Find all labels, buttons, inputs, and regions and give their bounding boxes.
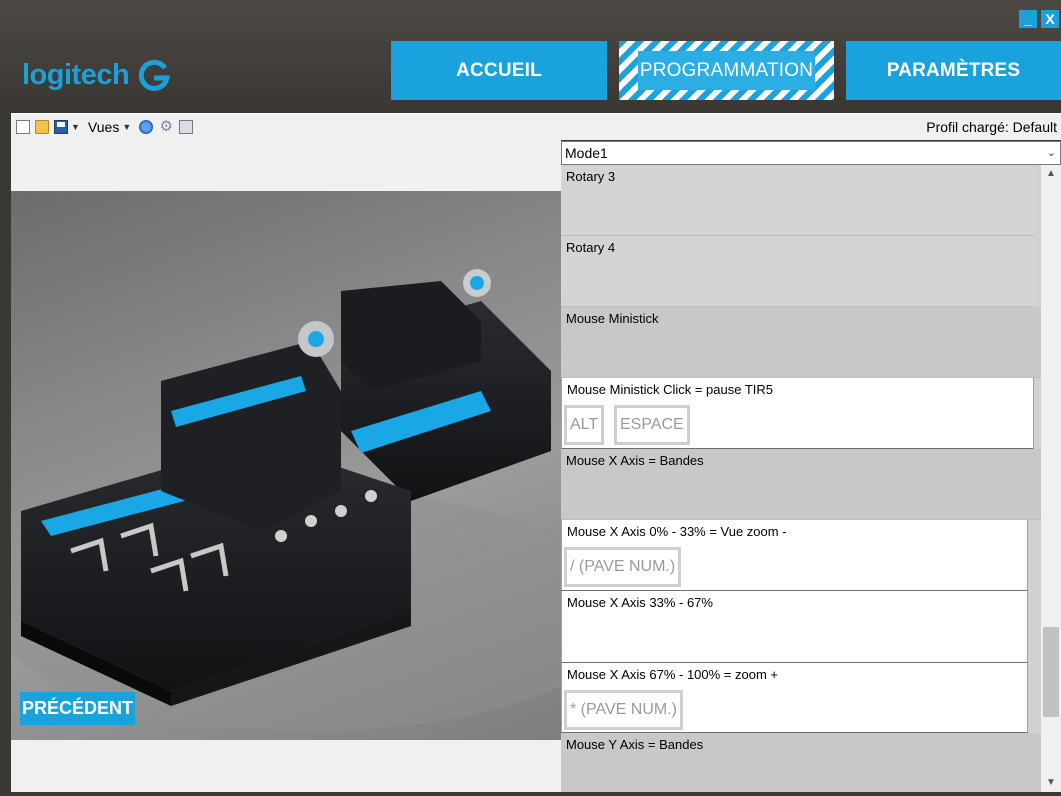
- key-chip[interactable]: / (PAVE NUM.): [564, 547, 682, 587]
- list-item-title: Rotary 4: [566, 240, 616, 255]
- list-item[interactable]: Mouse X Axis 33% - 67%: [561, 591, 1028, 663]
- gear-icon[interactable]: ⚙: [158, 119, 174, 134]
- open-folder-icon[interactable]: [35, 120, 49, 134]
- globe-icon[interactable]: [139, 120, 154, 134]
- key-chip[interactable]: ALT: [564, 405, 605, 445]
- save-dropdown-icon[interactable]: ▼: [71, 122, 80, 132]
- print-icon[interactable]: [179, 120, 194, 134]
- toolbar: ▼ Vues ▼ ⚙ Profil chargé: Default: [11, 113, 1061, 140]
- loaded-profile: Profil chargé: Default: [926, 119, 1057, 135]
- new-file-icon[interactable]: [16, 120, 30, 134]
- list-item[interactable]: Mouse X Axis 67% - 100% = zoom + * (PAVE…: [561, 663, 1028, 733]
- logo-wordmark: logitech: [22, 58, 130, 91]
- tab-programming-label: PROGRAMMATION: [637, 51, 816, 90]
- scrollbar-thumb[interactable]: [1043, 627, 1059, 717]
- chevron-down-icon: ⌄: [1046, 147, 1056, 159]
- list-item-title: Mouse X Axis 33% - 67%: [567, 595, 713, 610]
- logitech-logo: logitech: [22, 58, 171, 92]
- list-item-title: Mouse X Axis = Bandes: [566, 453, 704, 468]
- logitech-g-icon: [138, 59, 171, 91]
- tab-home[interactable]: ACCUEIL: [391, 41, 607, 100]
- list-item[interactable]: Mouse Ministick Click = pause TIR5 ALT E…: [561, 378, 1034, 449]
- app-header: logitech _ X ACCUEIL PROGRAMMATION PARAM…: [0, 0, 1061, 113]
- views-menu[interactable]: Vues: [88, 119, 119, 135]
- list-item[interactable]: Mouse Y Axis = Bandes: [561, 733, 1041, 792]
- scroll-up-icon[interactable]: ▲: [1041, 165, 1061, 183]
- list-item[interactable]: Rotary 4: [561, 236, 1034, 307]
- x56-throttle-illustration: [11, 269, 561, 731]
- minimize-button[interactable]: _: [1019, 10, 1037, 28]
- list-item-title: Mouse Y Axis = Bandes: [566, 737, 704, 752]
- list-item-title: Rotary 3: [566, 169, 616, 184]
- list-item[interactable]: Mouse X Axis = Bandes: [561, 449, 1041, 520]
- list-item-title: Mouse X Axis 0% - 33% = Vue zoom -: [567, 524, 787, 539]
- list-item[interactable]: Rotary 3: [561, 165, 1034, 236]
- device-panel: PRÉCÉDENT: [11, 140, 561, 792]
- list-scrollbar[interactable]: ▲ ▼: [1041, 165, 1061, 792]
- command-list[interactable]: Rotary 3 Rotary 4 Mouse Ministick Mouse …: [561, 165, 1041, 792]
- device-image: [11, 191, 561, 740]
- list-item-title: Mouse Ministick: [566, 311, 659, 326]
- list-item-title: Mouse X Axis 67% - 100% = zoom +: [567, 667, 778, 682]
- list-item[interactable]: Mouse X Axis 0% - 33% = Vue zoom - / (PA…: [561, 520, 1028, 591]
- list-item[interactable]: Mouse Ministick: [561, 307, 1041, 378]
- key-chip[interactable]: * (PAVE NUM.): [564, 690, 683, 730]
- mode-select[interactable]: Mode1 ⌄: [561, 141, 1061, 165]
- key-chip[interactable]: ESPACE: [614, 405, 690, 445]
- previous-button[interactable]: PRÉCÉDENT: [20, 692, 136, 725]
- save-icon[interactable]: [54, 120, 68, 134]
- views-dropdown-icon[interactable]: ▼: [122, 122, 131, 132]
- tab-settings[interactable]: PARAMÈTRES: [846, 41, 1061, 100]
- mode-select-value: Mode1: [565, 145, 608, 161]
- scroll-down-icon[interactable]: ▼: [1041, 774, 1061, 792]
- close-button[interactable]: X: [1041, 10, 1059, 28]
- list-item-title: Mouse Ministick Click = pause TIR5: [567, 382, 774, 397]
- tab-programming[interactable]: PROGRAMMATION: [619, 41, 834, 100]
